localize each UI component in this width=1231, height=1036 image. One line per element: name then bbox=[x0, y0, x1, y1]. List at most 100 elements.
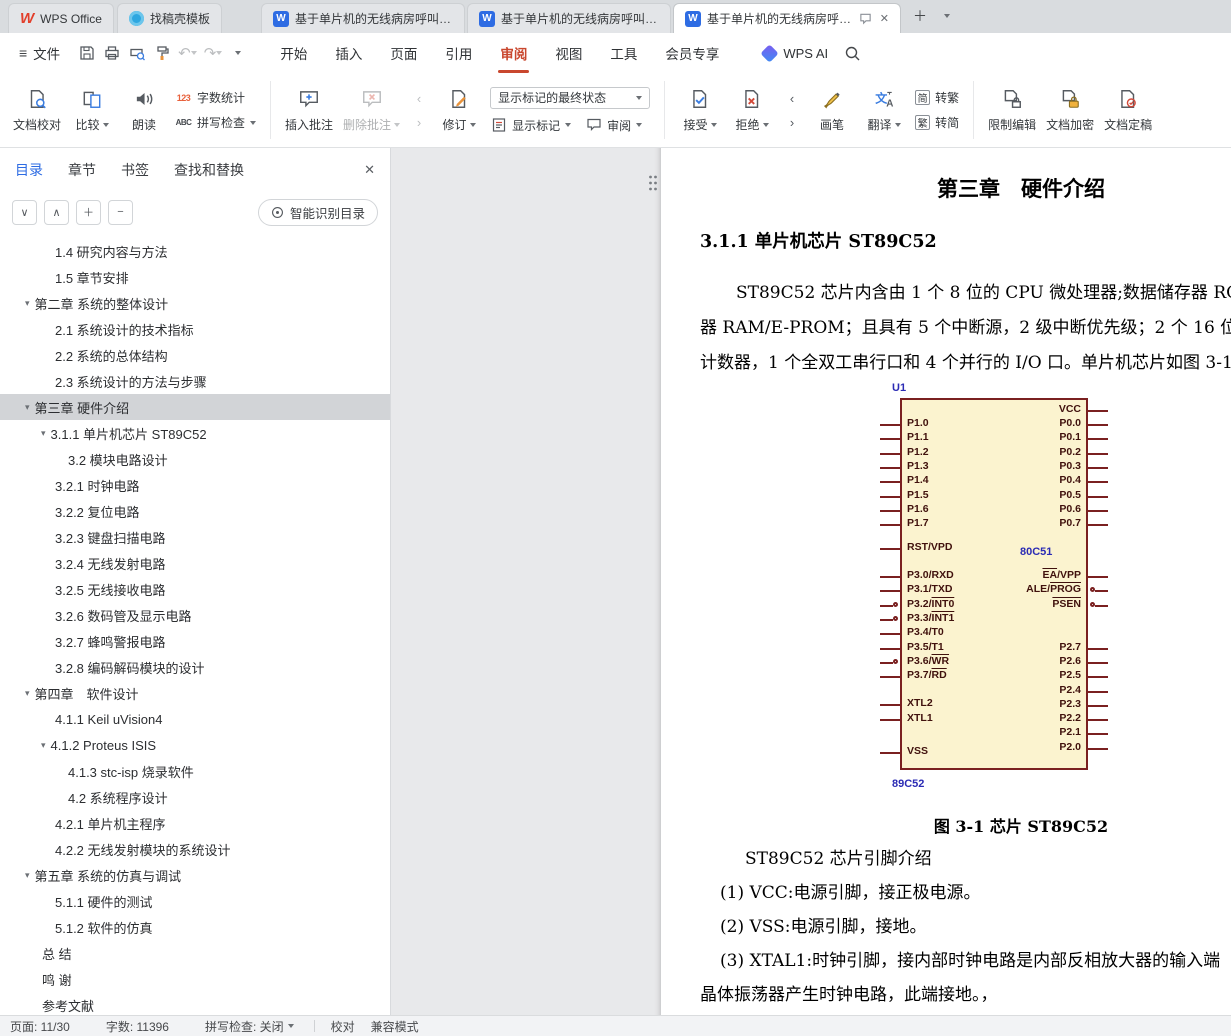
sidebar-tab-书签[interactable]: 书签 bbox=[121, 160, 149, 180]
template-tab[interactable]: 找稿壳模板 bbox=[116, 3, 222, 33]
menu-item-视图[interactable]: 视图 bbox=[541, 33, 596, 73]
encrypt-doc-button[interactable]: 文档加密 bbox=[1041, 78, 1099, 142]
search-button[interactable] bbox=[844, 45, 861, 62]
outline-item[interactable]: 总 结 bbox=[0, 940, 390, 966]
close-tab-icon[interactable]: ✕ bbox=[880, 12, 889, 25]
outline-item[interactable]: 5.1.1 硬件的测试 bbox=[0, 888, 390, 914]
word-count-indicator[interactable]: 字数: 11396 bbox=[106, 1018, 169, 1035]
outline-item[interactable]: 3.2.3 键盘扫描电路 bbox=[0, 524, 390, 550]
undo-button[interactable]: ↶ bbox=[175, 40, 200, 66]
collapse-arrow-icon[interactable]: ▾ bbox=[25, 298, 30, 309]
outline-item[interactable]: 1.5 章节安排 bbox=[0, 264, 390, 290]
sidebar-tab-查找和替换[interactable]: 查找和替换 bbox=[174, 160, 244, 180]
restrict-editing-button[interactable]: 限制编辑 bbox=[983, 78, 1041, 142]
outline-item[interactable]: ▾ 第二章 系统的整体设计 bbox=[0, 290, 390, 316]
format-painter-button[interactable] bbox=[150, 40, 174, 66]
menu-item-开始[interactable]: 开始 bbox=[266, 33, 321, 73]
sidebar-tab-章节[interactable]: 章节 bbox=[68, 160, 96, 180]
sidebar-tab-目录[interactable]: 目录 bbox=[15, 160, 43, 180]
outline-item[interactable]: 4.2.1 单片机主程序 bbox=[0, 810, 390, 836]
page-indicator[interactable]: 页面: 11/30 bbox=[10, 1018, 70, 1035]
document-canvas[interactable]: 第三章 硬件介绍 3.1.1 单片机芯片 ST89C52 ST89C52 芯片内… bbox=[391, 148, 1231, 1015]
menu-item-页面[interactable]: 页面 bbox=[376, 33, 431, 73]
tab-list-dropdown[interactable] bbox=[934, 3, 960, 29]
outline-item[interactable]: 4.2 系统程序设计 bbox=[0, 784, 390, 810]
menu-item-插入[interactable]: 插入 bbox=[321, 33, 376, 73]
document-tab[interactable]: W 基于单片机的无线病房呼叫系统设计 bbox=[260, 3, 465, 33]
menu-item-会员专享[interactable]: 会员专享 bbox=[651, 33, 733, 73]
outline-item[interactable]: 参考文献 bbox=[0, 992, 390, 1015]
outline-item[interactable]: 3.2 模块电路设计 bbox=[0, 446, 390, 472]
outline-item[interactable]: ▾ 第四章 软件设计 bbox=[0, 680, 390, 706]
paragraph-drag-handle-icon[interactable] bbox=[647, 174, 659, 196]
document-page[interactable]: 第三章 硬件介绍 3.1.1 单片机芯片 ST89C52 ST89C52 芯片内… bbox=[649, 148, 1231, 1015]
outline-item[interactable]: 2.3 系统设计的方法与步骤 bbox=[0, 368, 390, 394]
zoom-in-outline-button[interactable]: ＋ bbox=[76, 199, 101, 225]
outline-item[interactable]: 4.1.3 stc-isp 烧录软件 bbox=[0, 758, 390, 784]
compare-button[interactable]: 比较 bbox=[66, 78, 118, 142]
collapse-arrow-icon[interactable]: ▾ bbox=[25, 688, 30, 699]
compat-mode-indicator[interactable]: 兼容模式 bbox=[371, 1018, 419, 1035]
outline-item[interactable]: 3.2.7 蜂鸣警报电路 bbox=[0, 628, 390, 654]
print-preview-button[interactable] bbox=[125, 40, 149, 66]
zoom-out-outline-button[interactable]: − bbox=[108, 199, 133, 225]
save-button[interactable] bbox=[75, 40, 99, 66]
proofread-indicator[interactable]: 校对 bbox=[331, 1018, 355, 1035]
insert-comment-button[interactable]: 插入批注 bbox=[280, 78, 338, 142]
spell-check-button[interactable]: ABC 拼写检查 bbox=[175, 114, 257, 131]
wps-ai-button[interactable]: WPS AI bbox=[760, 43, 828, 63]
wps-office-tab[interactable]: W WPS Office bbox=[8, 3, 114, 33]
doc-proofread-button[interactable]: 文档校对 bbox=[8, 78, 66, 142]
outline-item[interactable]: 5.1.2 软件的仿真 bbox=[0, 914, 390, 940]
file-menu-button[interactable]: ≡ 文件 bbox=[10, 43, 69, 63]
outline-item[interactable]: 3.2.4 无线发射电路 bbox=[0, 550, 390, 576]
document-tab[interactable]: W 基于单片机的无线病房呼叫系... ✕ bbox=[672, 3, 901, 33]
comment-bubble-icon[interactable] bbox=[859, 12, 872, 25]
next-revision-button[interactable]: › bbox=[781, 112, 803, 132]
accept-button[interactable]: 接受 bbox=[674, 78, 726, 142]
translate-button[interactable]: 文A 翻译 bbox=[858, 78, 910, 142]
collapse-arrow-icon[interactable]: ▾ bbox=[25, 870, 30, 881]
ink-brush-button[interactable]: 画笔 bbox=[806, 78, 858, 142]
spellcheck-indicator[interactable]: 拼写检查: 关闭 bbox=[205, 1018, 294, 1035]
previous-revision-button[interactable]: ‹ bbox=[781, 88, 803, 108]
collapse-all-button[interactable]: ∧ bbox=[44, 199, 69, 225]
redo-button[interactable]: ↷ bbox=[201, 40, 226, 66]
outline-item[interactable]: 3.2.5 无线接收电路 bbox=[0, 576, 390, 602]
finalize-doc-button[interactable]: 文档定稿 bbox=[1099, 78, 1157, 142]
menu-item-工具[interactable]: 工具 bbox=[596, 33, 651, 73]
outline-item[interactable]: 3.2.8 编码解码模块的设计 bbox=[0, 654, 390, 680]
outline-item[interactable]: 1.4 研究内容与方法 bbox=[0, 238, 390, 264]
outline-item[interactable]: 2.2 系统的总体结构 bbox=[0, 342, 390, 368]
customize-toolbar-button[interactable] bbox=[226, 40, 250, 66]
collapse-arrow-icon[interactable]: ▾ bbox=[41, 428, 46, 439]
outline-item[interactable]: 4.2.2 无线发射模块的系统设计 bbox=[0, 836, 390, 862]
new-tab-button[interactable]: ＋ bbox=[907, 3, 933, 29]
document-tab[interactable]: W 基于单片机的无线病房呼叫系统设计 bbox=[466, 3, 671, 33]
outline-item[interactable]: 3.2.6 数码管及显示电路 bbox=[0, 602, 390, 628]
collapse-arrow-icon[interactable]: ▾ bbox=[41, 740, 46, 751]
track-changes-button[interactable]: 修订 bbox=[433, 78, 485, 142]
outline-item[interactable]: ▾ 4.1.2 Proteus ISIS bbox=[0, 732, 390, 758]
read-aloud-button[interactable]: 朗读 bbox=[118, 78, 170, 142]
smart-toc-button[interactable]: 智能识别目录 bbox=[257, 198, 378, 226]
to-traditional-button[interactable]: 简 转繁 bbox=[915, 89, 959, 106]
outline-item[interactable]: 3.2.2 复位电路 bbox=[0, 498, 390, 524]
delete-comment-button[interactable]: 删除批注 bbox=[338, 78, 405, 142]
next-comment-button[interactable]: › bbox=[408, 112, 430, 132]
outline-item[interactable]: ▾ 第三章 硬件介绍 bbox=[0, 394, 390, 420]
print-button[interactable] bbox=[100, 40, 124, 66]
expand-all-button[interactable]: ∨ bbox=[12, 199, 37, 225]
outline-item[interactable]: 鸣 谢 bbox=[0, 966, 390, 992]
collapse-arrow-icon[interactable]: ▾ bbox=[25, 402, 30, 413]
word-count-button[interactable]: 123 字数统计 bbox=[175, 89, 256, 106]
outline-item[interactable]: 4.1.1 Keil uVision4 bbox=[0, 706, 390, 732]
show-markup-button[interactable]: 显示标记 bbox=[490, 117, 572, 134]
close-sidebar-icon[interactable]: ✕ bbox=[364, 162, 375, 178]
markup-state-combobox[interactable]: 显示标记的最终状态 bbox=[490, 86, 651, 109]
previous-comment-button[interactable]: ‹ bbox=[408, 88, 430, 108]
outline-item[interactable]: 2.1 系统设计的技术指标 bbox=[0, 316, 390, 342]
outline-item[interactable]: 3.2.1 时钟电路 bbox=[0, 472, 390, 498]
to-simplified-button[interactable]: 繁 转简 bbox=[915, 114, 959, 131]
chip-figure[interactable]: U1 80C51 P1.0 P1.1 P1.2 P1.3 P1.4 P1.5 P1.6 P1.… bbox=[878, 380, 1114, 800]
